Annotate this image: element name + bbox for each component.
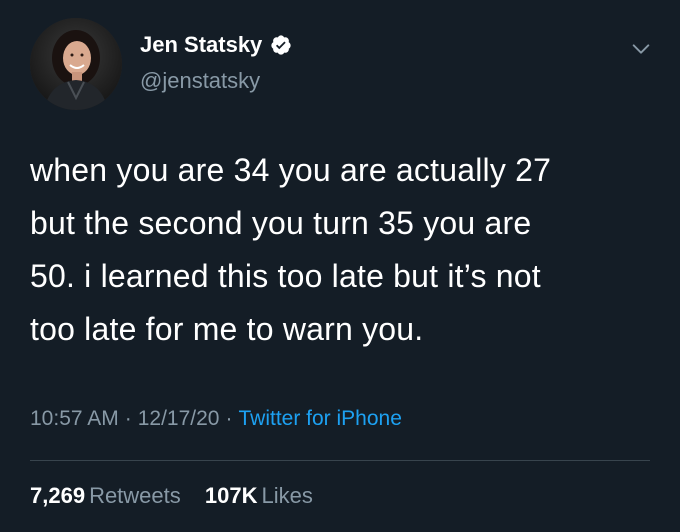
- verified-badge-icon: [271, 35, 291, 55]
- tweet-source-link[interactable]: Twitter for iPhone: [238, 407, 401, 430]
- separator: ·: [225, 407, 233, 430]
- tweet-text: when you are 34 you are actually 27 but …: [30, 144, 650, 356]
- likes-stat[interactable]: 107K Likes: [205, 483, 313, 508]
- chevron-down-icon[interactable]: [630, 38, 652, 60]
- likes-label: Likes: [261, 483, 313, 508]
- tweet-time[interactable]: 10:57 AM: [30, 407, 119, 430]
- tweet-card: Jen Statsky @jenstatsky when you are 34 …: [0, 0, 680, 532]
- tweet-text-line: 50. i learned this too late but it’s not: [30, 258, 541, 294]
- tweet-text-line: when you are 34 you are actually 27: [30, 152, 552, 188]
- retweets-label: Retweets: [89, 483, 181, 508]
- likes-count: 107K: [204, 483, 258, 508]
- display-name[interactable]: Jen Statsky: [140, 34, 262, 56]
- separator: ·: [124, 407, 132, 430]
- avatar[interactable]: [30, 18, 122, 110]
- tweet-meta: 10:57 AM · 12/17/20 · Twitter for iPhone: [30, 408, 402, 429]
- tweet-text-line: too late for me to warn you.: [30, 311, 424, 347]
- divider: [30, 460, 650, 461]
- author-name-row[interactable]: Jen Statsky: [140, 34, 292, 56]
- tweet-text-line: but the second you turn 35 you are: [30, 205, 532, 241]
- tweet-date[interactable]: 12/17/20: [138, 407, 220, 430]
- retweets-stat[interactable]: 7,269 Retweets: [30, 483, 181, 508]
- tweet-stats: 7,269 Retweets 107K Likes: [30, 485, 313, 507]
- author-handle[interactable]: @jenstatsky: [140, 70, 260, 92]
- profile-photo-icon: [30, 18, 122, 110]
- retweets-count: 7,269: [30, 483, 86, 508]
